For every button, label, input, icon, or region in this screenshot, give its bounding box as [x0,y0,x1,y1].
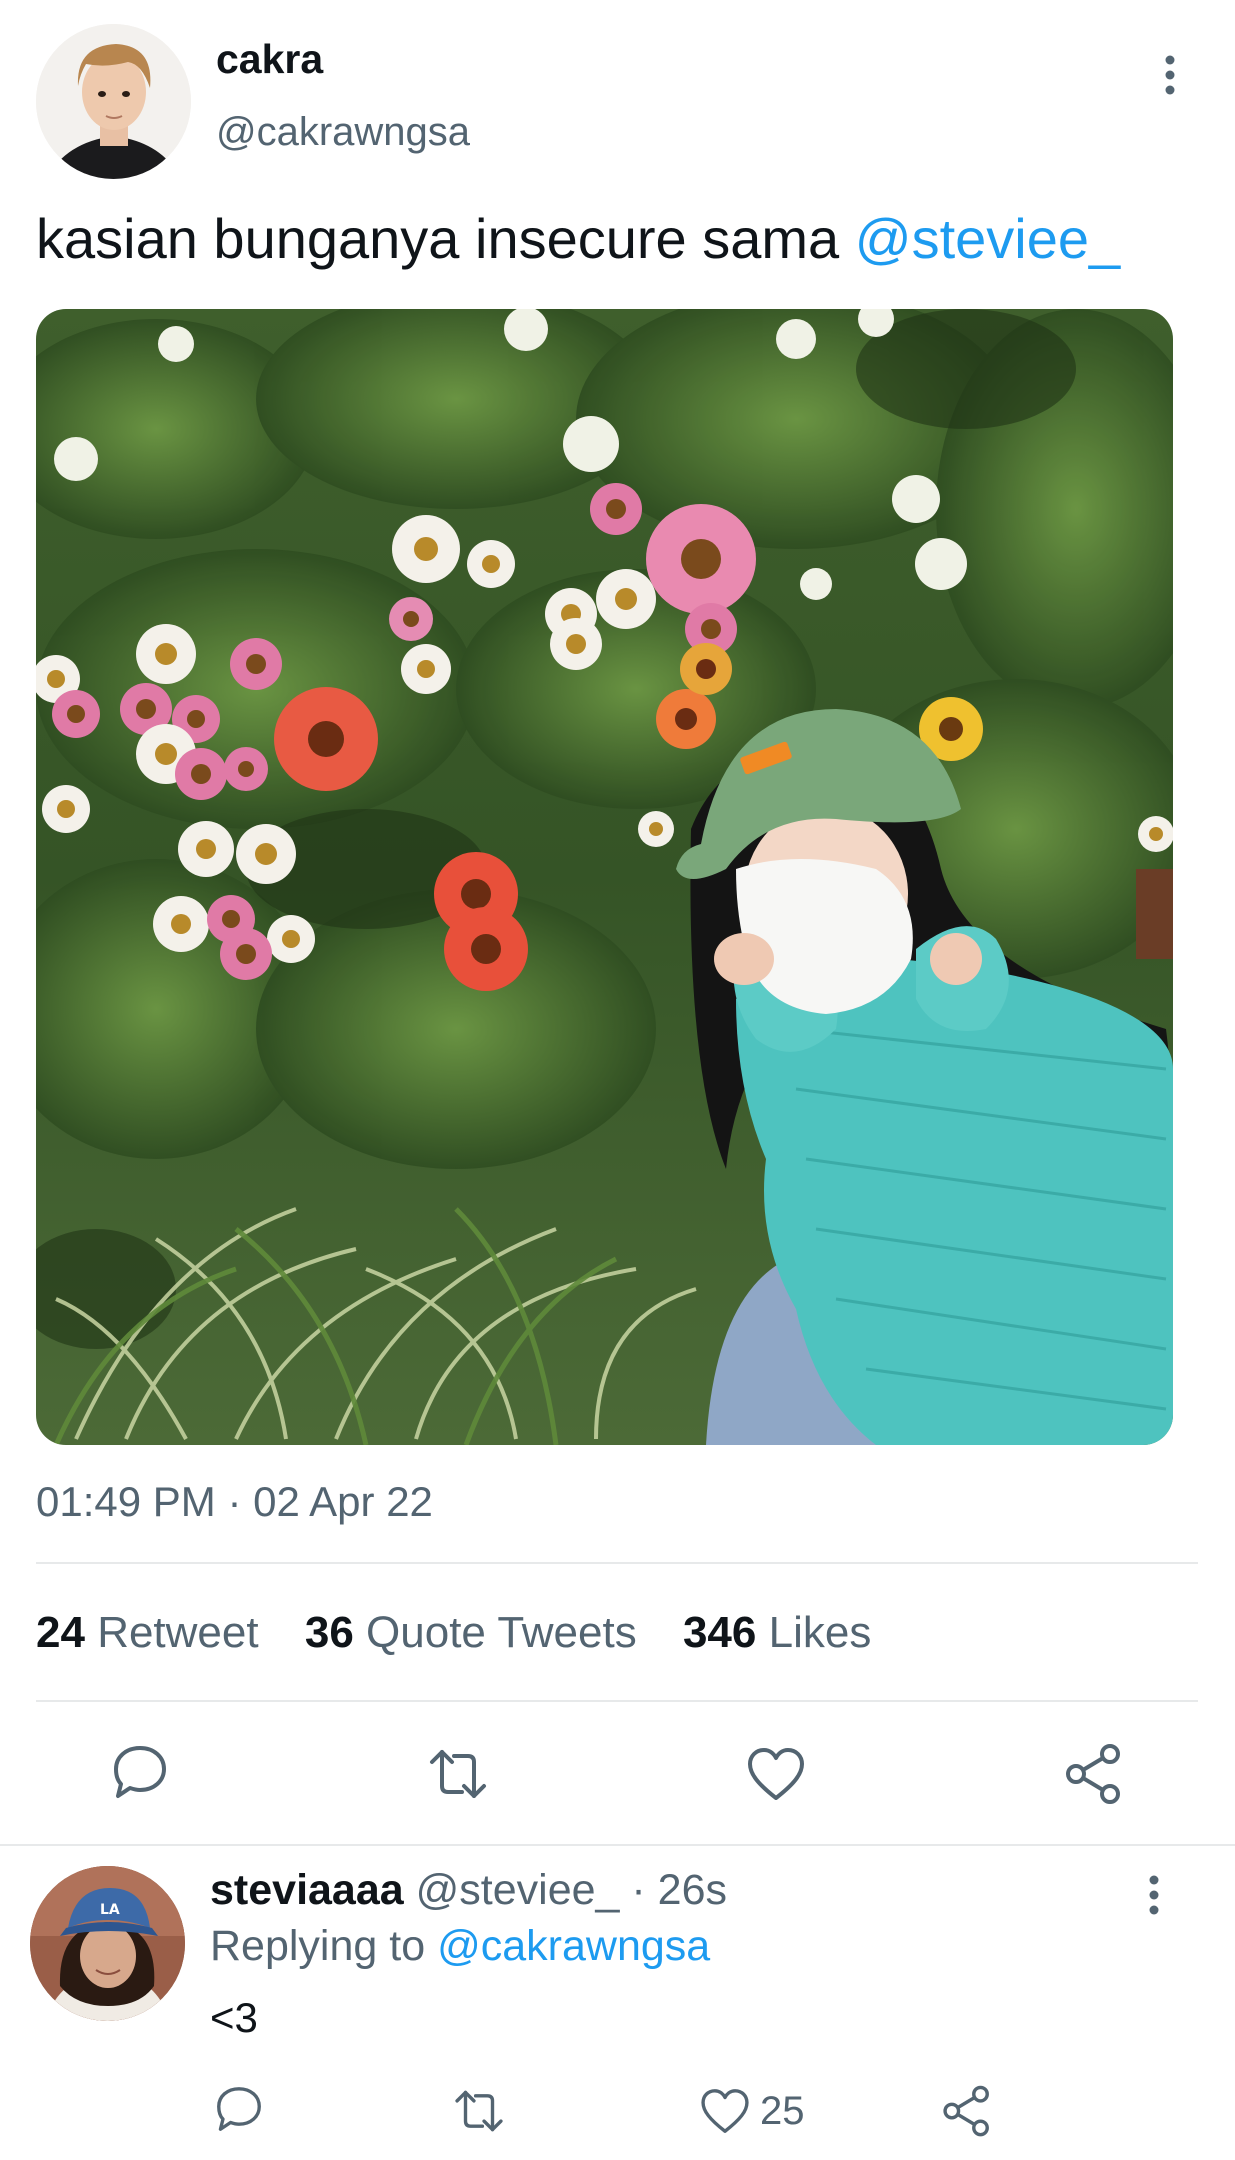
reply-author-avatar[interactable]: LA [30,1866,185,2021]
quote-label: Quote Tweets [366,1608,637,1657]
likes-count: 346 [682,1608,757,1657]
tweet-timestamp[interactable]: 01:49 PM · 02 Apr 22 [36,1478,433,1526]
divider [36,1562,1198,1564]
likes-label: Likes [768,1608,872,1657]
reply-icon[interactable] [108,1740,172,1804]
replying-label: Replying to [210,1922,426,1970]
reply-like-button[interactable]: 25 [698,2084,805,2138]
replying-to: Replying to @cakrawngsa [210,1922,710,1971]
reply-text: <3 [210,1994,258,2041]
author-name[interactable]: cakra [216,36,323,83]
reply-retweet-icon[interactable] [452,2084,506,2138]
reply-share-icon[interactable] [940,2084,994,2138]
reply-reply-icon[interactable] [212,2082,266,2136]
author-handle[interactable]: @cakrawngsa [216,110,470,155]
tweet-photo[interactable] [36,309,1173,1445]
more-options-icon[interactable] [1150,50,1190,100]
divider [0,1844,1235,1846]
quote-count: 36 [304,1608,354,1657]
reply-author-handle[interactable]: @steviee_ [416,1866,620,1914]
reply-heart-icon[interactable] [698,2084,752,2138]
retweets-stat[interactable]: 24 Retweet [36,1608,259,1657]
tweet-text-body: kasian bunganya insecure sama [36,207,855,270]
heart-icon[interactable] [744,1742,808,1806]
svg-text:LA: LA [100,1902,120,1918]
replying-to-link[interactable]: @cakrawngsa [437,1922,710,1970]
tweet-text: kasian bunganya insecure sama @steviee_ [36,206,1120,271]
retweet-count: 24 [36,1608,85,1657]
divider [36,1700,1198,1702]
reply-like-count: 25 [760,2088,805,2133]
likes-stat[interactable]: 346 Likes [683,1608,871,1657]
mention-link[interactable]: @steviee_ [855,207,1120,270]
tweet-stats: 24 Retweet 36 Quote Tweets 346 Likes [36,1608,905,1658]
quotes-stat[interactable]: 36 Quote Tweets [305,1608,637,1657]
retweet-label: Retweet [97,1608,259,1657]
reply-more-options-icon[interactable] [1134,1870,1174,1920]
author-avatar[interactable] [36,24,191,179]
reply-time: · 26s [631,1866,727,1914]
reply-header: steviaaaa @steviee_ · 26s [210,1866,727,1915]
share-icon[interactable] [1062,1742,1126,1806]
reply-author-name[interactable]: steviaaaa [210,1866,404,1914]
retweet-icon[interactable] [426,1742,490,1806]
